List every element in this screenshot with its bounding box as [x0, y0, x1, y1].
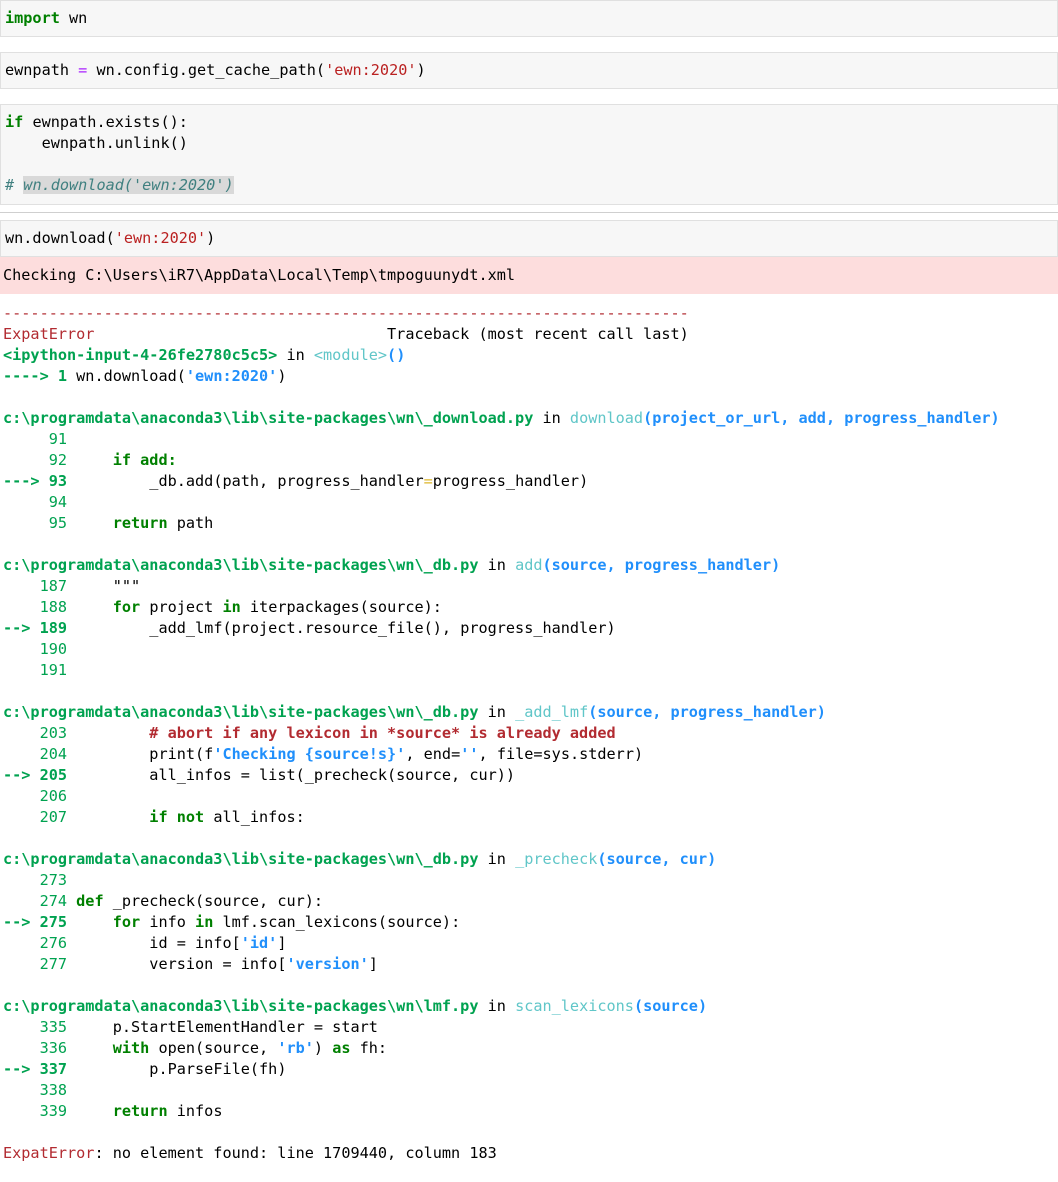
- code-comment-line: # wn.download('ewn:2020'): [5, 176, 234, 194]
- frame-line-current: --> 337 p.ParseFile(fh): [3, 1060, 287, 1078]
- frame-line-current: --> 205 all_infos = list(_precheck(sourc…: [3, 766, 516, 784]
- frame-line: 273: [3, 871, 68, 889]
- frame-line-current: ---> 93 _db.add(path, progress_handler=p…: [3, 472, 589, 490]
- frame-line: 94: [3, 493, 68, 511]
- code-cell-1[interactable]: import wn: [0, 0, 1058, 37]
- frame-line: 206: [3, 787, 68, 805]
- frame-header: c:\programdata\anaconda3\lib\site-packag…: [3, 556, 781, 574]
- frame-line: 95 return path: [3, 514, 214, 532]
- stderr-text: Checking C:\Users\iR7\AppData\Local\Temp…: [3, 266, 516, 284]
- frame-line: 339 return infos: [3, 1102, 223, 1120]
- frame-line: 276 id = info['id']: [3, 934, 287, 952]
- final-error-line: ExpatError: no element found: line 17094…: [3, 1144, 497, 1162]
- code-line: ewnpath.unlink(): [5, 134, 188, 152]
- frame-line: 203 # abort if any lexicon in *source* i…: [3, 724, 616, 742]
- stderr-output: Checking C:\Users\iR7\AppData\Local\Temp…: [0, 257, 1058, 294]
- frame-line: 91: [3, 430, 68, 448]
- frame-line: 335 p.StartElementHandler = start: [3, 1018, 378, 1036]
- frame-header: c:\programdata\anaconda3\lib\site-packag…: [3, 997, 708, 1015]
- traceback-input-line: <ipython-input-4-26fe2780c5c5> in <modul…: [3, 346, 406, 364]
- traceback-header: ExpatError Traceback (most recent call l…: [3, 325, 689, 343]
- frame-line-current: --> 189 _add_lmf(project.resource_file()…: [3, 619, 616, 637]
- frame-header: c:\programdata\anaconda3\lib\site-packag…: [3, 703, 826, 721]
- frame-line: 274 def _precheck(source, cur):: [3, 892, 324, 910]
- code-line: if ewnpath.exists():: [5, 113, 188, 131]
- frame-line: 187 """: [3, 577, 141, 595]
- frame-line: 92 if add:: [3, 451, 177, 469]
- code-line: import wn: [5, 9, 88, 27]
- frame-line-current: --> 275 for info in lmf.scan_lexicons(so…: [3, 913, 461, 931]
- frame-line: 336 with open(source, 'rb') as fh:: [3, 1039, 388, 1057]
- code-cell-3[interactable]: if ewnpath.exists(): ewnpath.unlink() # …: [0, 104, 1058, 205]
- frame-line: 207 if not all_infos:: [3, 808, 305, 826]
- frame-header: c:\programdata\anaconda3\lib\site-packag…: [3, 850, 717, 868]
- frame-line: 190: [3, 640, 68, 658]
- frame-line: 188 for project in iterpackages(source):: [3, 598, 442, 616]
- frame-line: 338: [3, 1081, 68, 1099]
- code-line: ewnpath = wn.config.get_cache_path('ewn:…: [5, 61, 426, 79]
- frame-line: 277 version = info['version']: [3, 955, 378, 973]
- cell-divider: [0, 212, 1058, 213]
- traceback-separator: ----------------------------------------…: [3, 304, 689, 322]
- code-cell-4[interactable]: wn.download('ewn:2020'): [0, 220, 1058, 257]
- code-line: wn.download('ewn:2020'): [5, 229, 216, 247]
- frame-line: 204 print(f'Checking {source!s}', end=''…: [3, 745, 644, 763]
- traceback-arrow-line: ----> 1 wn.download('ewn:2020'): [3, 367, 287, 385]
- code-cell-2[interactable]: ewnpath = wn.config.get_cache_path('ewn:…: [0, 52, 1058, 89]
- frame-header: c:\programdata\anaconda3\lib\site-packag…: [3, 409, 1000, 427]
- frame-line: 191: [3, 661, 68, 679]
